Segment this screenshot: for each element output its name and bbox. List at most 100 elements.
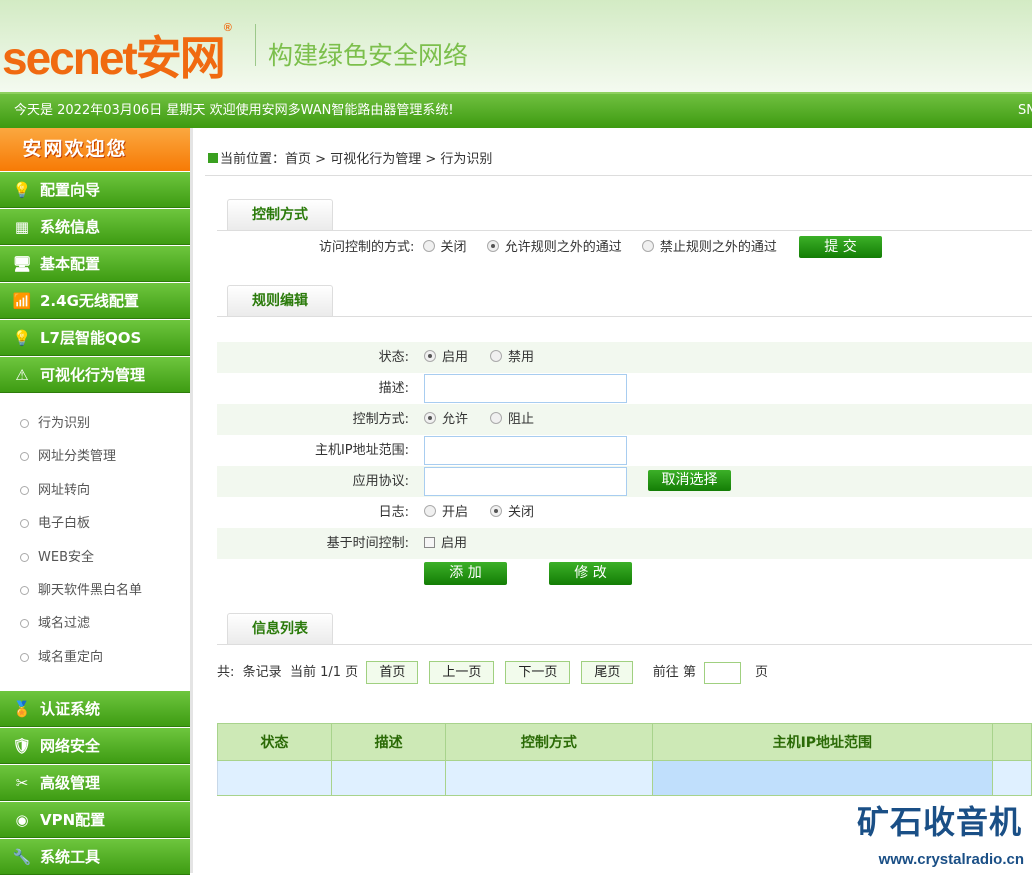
tab-info-list[interactable]: 信息列表 bbox=[227, 613, 333, 645]
breadcrumb: 当前位置：首页 > 可视化行为管理 > 行为识别 bbox=[208, 148, 492, 167]
watermark-title: 矿石收音机 bbox=[856, 804, 1022, 840]
sidebar-item[interactable]: 🏅 认证系统 bbox=[0, 691, 190, 727]
log-label: 日志: bbox=[378, 505, 409, 520]
sidebar-subitem[interactable]: 网址分类管理 bbox=[0, 440, 190, 473]
sidebar-item[interactable]: 💡 配置向导 bbox=[0, 172, 190, 208]
sn-text: SN bbox=[1018, 103, 1032, 118]
breadcrumb-page: 行为识别 bbox=[440, 152, 493, 167]
mode-row: 控制方式: 允许 阻止 bbox=[217, 404, 1032, 435]
divider bbox=[217, 316, 1032, 317]
logo: secnet安网® bbox=[2, 22, 232, 84]
table-row bbox=[216, 760, 1032, 796]
cell bbox=[445, 760, 653, 796]
pager: 共: 条记录 当前 1/1 页 首页 上一页 下一页 尾页 前往 第 页 bbox=[217, 661, 768, 685]
tab-control-mode[interactable]: 控制方式 bbox=[227, 199, 333, 231]
current-label: 当前 bbox=[289, 665, 316, 680]
sidebar-item-label: 网络安全 bbox=[40, 737, 101, 755]
sidebar-item[interactable]: 📶 2.4G无线配置 bbox=[0, 283, 190, 319]
col-ip-range: 主机IP地址范围 bbox=[651, 723, 994, 761]
sidebar-subitem[interactable]: 电子白板 bbox=[0, 507, 190, 540]
sidebar-item-label: 系统信息 bbox=[40, 218, 101, 236]
sidebar-item-label: 配置向导 bbox=[40, 181, 101, 199]
log-on-radio[interactable]: 开启 bbox=[424, 505, 468, 520]
sidebar-subitem[interactable]: 行为识别 bbox=[0, 407, 190, 440]
sidebar: 安网欢迎您 💡 配置向导 ▦ 系统信息 🖥 基本配置 📶 2.4G无线配置 💡 L7层智能QOS ⚠… bbox=[0, 128, 193, 875]
ip-row: 主机IP地址范围: bbox=[217, 435, 1032, 466]
prev-page-button[interactable]: 上一页 bbox=[429, 661, 495, 684]
sidebar-item-label: L7层智能QOS bbox=[40, 329, 142, 347]
bottom_items-icon: ✂ bbox=[15, 774, 29, 792]
bottom_items-icon: ◉ bbox=[15, 811, 29, 829]
bottom_items-icon: 🛡 bbox=[12, 737, 32, 755]
status-label: 状态: bbox=[378, 350, 409, 365]
mode-allow-radio[interactable]: 允许 bbox=[424, 412, 468, 427]
tab-rule-edit[interactable]: 规则编辑 bbox=[227, 285, 333, 317]
time-row: 基于时间控制: 启用 bbox=[217, 528, 1032, 559]
modify-button[interactable]: 修 改 bbox=[549, 562, 632, 585]
desc-label: 描述: bbox=[378, 381, 409, 396]
time-label: 基于时间控制: bbox=[326, 536, 409, 551]
radio-close[interactable]: 关闭 bbox=[422, 240, 467, 255]
desc-input[interactable] bbox=[424, 374, 627, 403]
ip-range-input[interactable] bbox=[424, 436, 627, 465]
access-control-row: 访问控制的方式: 关闭 允许规则之外的通过 禁止规则之外的通过 提 交 bbox=[319, 236, 882, 258]
sidebar-item-label: VPN配置 bbox=[40, 811, 106, 829]
add-button[interactable]: 添 加 bbox=[424, 562, 507, 585]
sidebar-item[interactable]: 🖥 基本配置 bbox=[0, 246, 190, 282]
cancel-select-button[interactable]: 取消选择 bbox=[648, 470, 731, 491]
bottom_items-icon: 🏅 bbox=[12, 700, 32, 718]
radio-deny-others[interactable]: 禁止规则之外的通过 bbox=[641, 240, 777, 255]
cell bbox=[331, 760, 447, 796]
mode-label: 控制方式: bbox=[352, 412, 409, 427]
protocol-input[interactable] bbox=[424, 467, 627, 496]
log-row: 日志: 开启 关闭 bbox=[217, 497, 1032, 528]
breadcrumb-sep: > bbox=[425, 152, 437, 167]
log-off-radio[interactable]: 关闭 bbox=[490, 505, 534, 520]
col-desc: 描述 bbox=[331, 723, 447, 761]
welcome-text: 今天是 2022年03月06日 星期天 欢迎使用安网多WAN智能路由器管理系统! bbox=[14, 103, 454, 118]
submit-button[interactable]: 提 交 bbox=[799, 236, 882, 258]
sidebar-item[interactable]: 🔧 系统工具 bbox=[0, 839, 190, 875]
sidebar-item[interactable]: ▦ 系统信息 bbox=[0, 209, 190, 245]
sidebar-item[interactable]: ◉ VPN配置 bbox=[0, 802, 190, 838]
top_items-icon: 🖥 bbox=[12, 255, 32, 273]
sidebar-item-label: 系统工具 bbox=[40, 848, 101, 866]
table-header: 状态 描述 控制方式 主机IP地址范围 bbox=[216, 723, 1032, 761]
sidebar-subitem[interactable]: 聊天软件黑白名单 bbox=[0, 574, 190, 607]
time-enable-checkbox[interactable]: 启用 bbox=[424, 528, 467, 559]
status-disable-radio[interactable]: 禁用 bbox=[490, 350, 534, 365]
sidebar-item[interactable]: 🛡 网络安全 bbox=[0, 728, 190, 764]
top_items-icon: ⚠ bbox=[15, 366, 29, 384]
sidebar-item[interactable]: ✂ 高级管理 bbox=[0, 765, 190, 801]
sidebar-subitem[interactable]: WEB安全 bbox=[0, 541, 190, 574]
divider bbox=[205, 175, 1032, 176]
sidebar-subitem[interactable]: 域名过滤 bbox=[0, 607, 190, 640]
welcome-bar: 今天是 2022年03月06日 星期天 欢迎使用安网多WAN智能路由器管理系统!… bbox=[0, 92, 1032, 128]
ip-label: 主机IP地址范围: bbox=[314, 443, 409, 458]
status-enable-radio[interactable]: 启用 bbox=[424, 350, 468, 365]
breadcrumb-home[interactable]: 首页 bbox=[285, 152, 311, 167]
page-info: 1/1 bbox=[320, 665, 342, 680]
bottom_items-icon: 🔧 bbox=[12, 848, 32, 866]
sidebar-item-label: 高级管理 bbox=[40, 774, 101, 792]
cell bbox=[992, 760, 1032, 796]
last-page-button[interactable]: 尾页 bbox=[581, 661, 634, 684]
goto-page-input[interactable] bbox=[703, 661, 741, 684]
col-status: 状态 bbox=[216, 723, 333, 761]
sidebar-subitem[interactable]: 网址转向 bbox=[0, 474, 190, 507]
next-page-button[interactable]: 下一页 bbox=[505, 661, 571, 684]
sidebar-subitem[interactable]: 域名重定向 bbox=[0, 641, 190, 674]
first-page-button[interactable]: 首页 bbox=[366, 661, 419, 684]
page-label: 页 bbox=[345, 665, 359, 680]
breadcrumb-section[interactable]: 可视化行为管理 bbox=[330, 152, 421, 167]
sidebar-item[interactable]: ⚠ 可视化行为管理 bbox=[0, 357, 190, 393]
slogan: 构建绿色安全网络 bbox=[268, 41, 469, 70]
top_items-icon: 💡 bbox=[12, 181, 32, 199]
header: secnet安网® 构建绿色安全网络 bbox=[0, 0, 1032, 92]
rules-table: 状态 描述 控制方式 主机IP地址范围 bbox=[216, 723, 1032, 796]
mode-block-radio[interactable]: 阻止 bbox=[490, 412, 534, 427]
radio-allow-others[interactable]: 允许规则之外的通过 bbox=[486, 240, 622, 255]
sidebar-welcome: 安网欢迎您 bbox=[0, 128, 190, 171]
sidebar-item[interactable]: 💡 L7层智能QOS bbox=[0, 320, 190, 356]
goto-label: 前往 bbox=[652, 665, 679, 680]
